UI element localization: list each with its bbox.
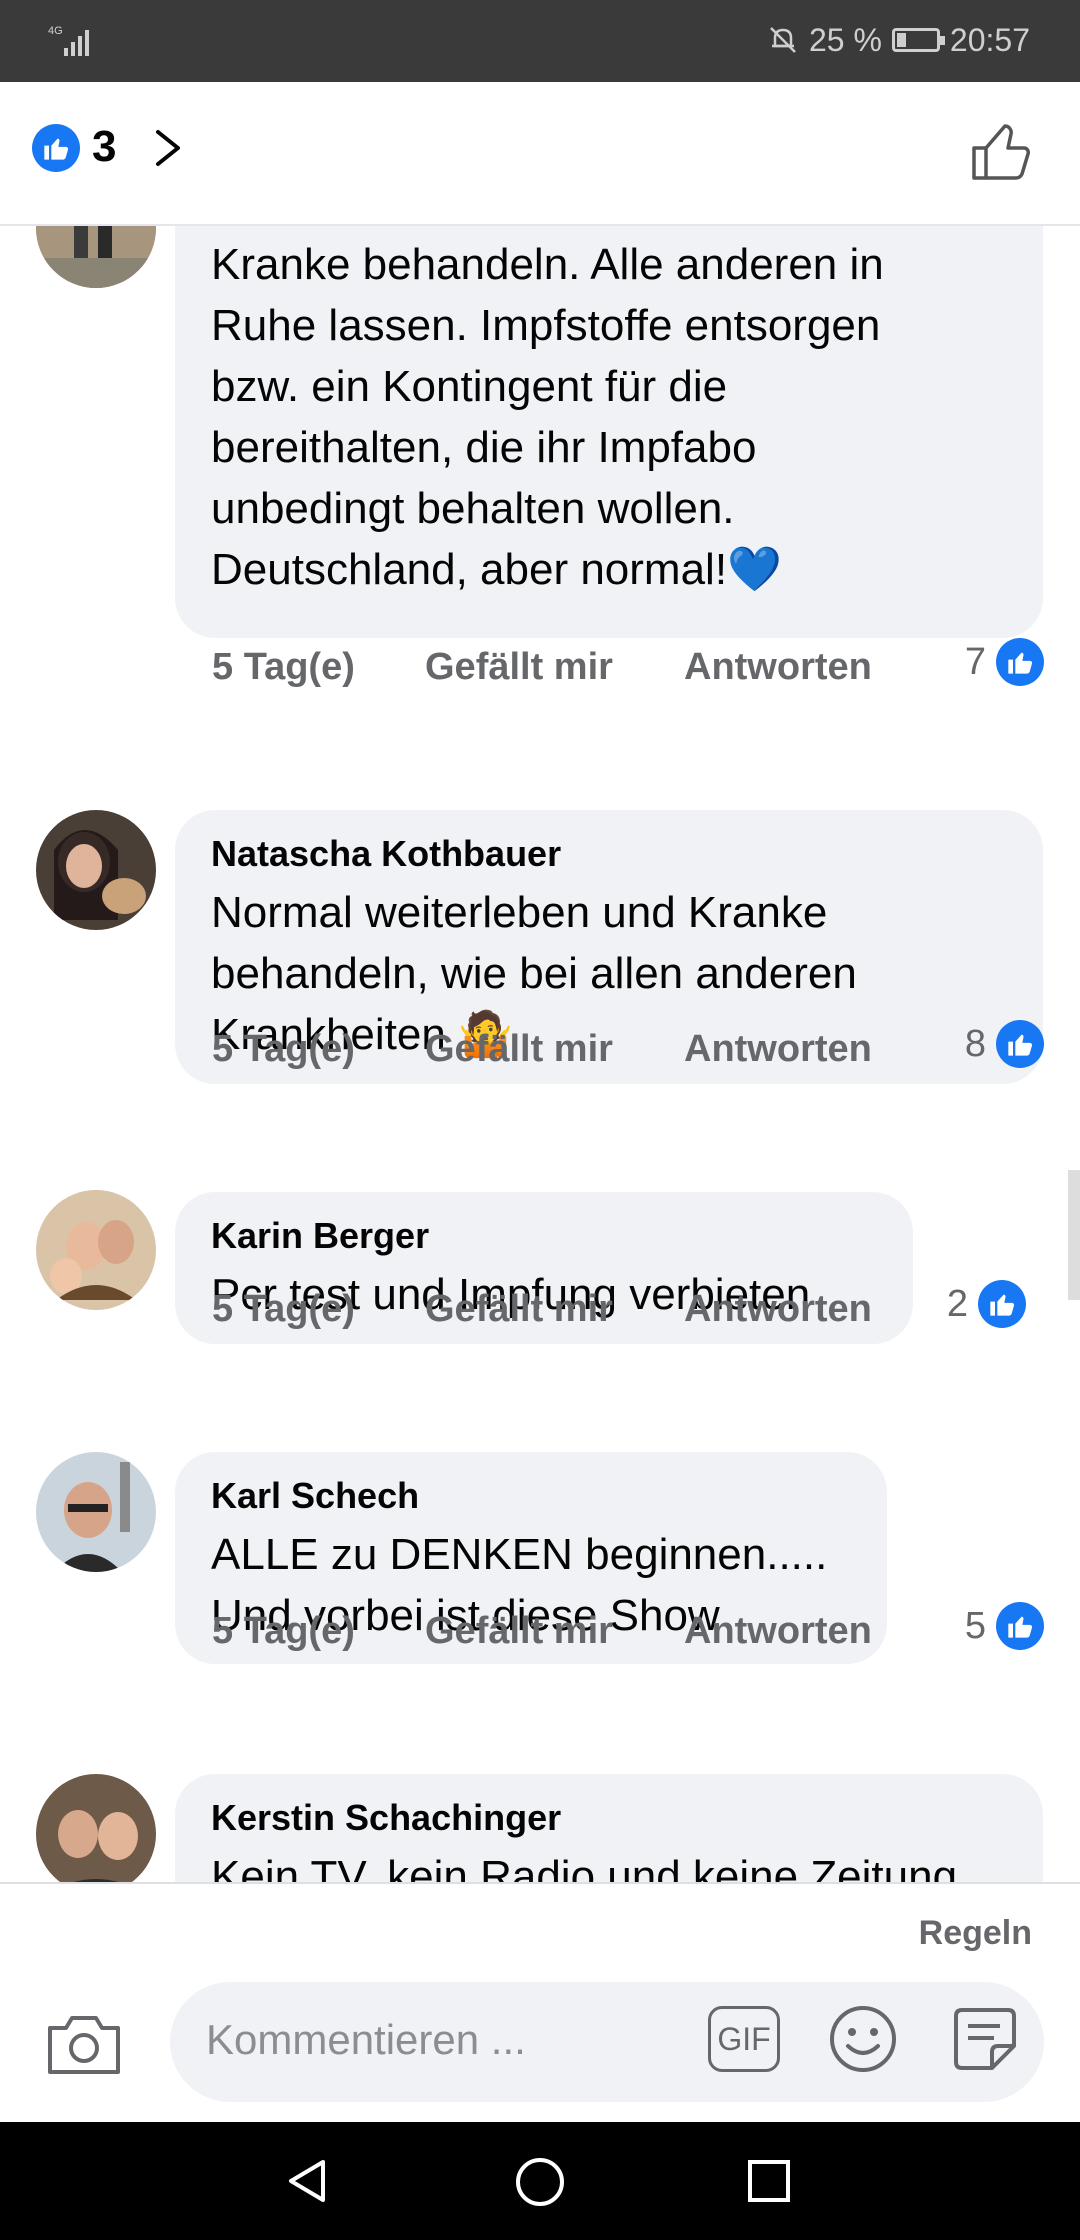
reply-link[interactable]: Antworten — [684, 1028, 872, 1071]
reaction-count: 8 — [964, 1022, 986, 1065]
comment-author[interactable]: Natascha Kothbauer — [211, 832, 1007, 876]
comment-time: 5 Tag(e) — [212, 1288, 355, 1330]
back-triangle-icon[interactable] — [283, 2156, 333, 2206]
network-type: 4G — [48, 25, 63, 37]
camera-icon[interactable] — [46, 2012, 122, 2076]
home-circle-icon[interactable] — [514, 2156, 566, 2208]
recent-square-icon[interactable] — [746, 2158, 792, 2204]
rules-link[interactable]: Regeln — [919, 1914, 1032, 1953]
reply-link[interactable]: Antworten — [684, 646, 872, 689]
comment-bubble: Kranke behandeln. Alle anderen in Ruhe l… — [175, 226, 1043, 638]
comment-bubble: Kerstin Schachinger Kein TV, kein Radio … — [175, 1774, 1043, 1882]
thumbs-up-outline-icon[interactable] — [968, 118, 1034, 184]
like-link[interactable]: Gefällt mir — [425, 1028, 613, 1071]
like-badge-icon[interactable] — [32, 124, 80, 172]
comment-text: Kranke behandeln. Alle anderen in Ruhe l… — [211, 240, 884, 594]
scrollbar-thumb[interactable] — [1068, 1170, 1080, 1300]
comment-author[interactable]: Karl Schech — [211, 1474, 851, 1518]
comment-reactions[interactable]: 7 — [965, 638, 1044, 686]
like-reaction-icon — [978, 1280, 1026, 1328]
like-link[interactable]: Gefällt mir — [425, 1288, 613, 1331]
status-bar: 4G 25 % 20:57 — [0, 0, 1080, 82]
like-reaction-icon — [996, 1020, 1044, 1068]
comment-reactions[interactable]: 8 — [965, 1020, 1044, 1068]
avatar[interactable] — [36, 1774, 156, 1882]
comment-reactions[interactable]: 2 — [947, 1280, 1026, 1328]
like-link[interactable]: Gefällt mir — [425, 1610, 613, 1653]
system-nav-bar — [0, 2122, 1080, 2240]
battery-level — [896, 33, 907, 47]
battery-icon — [891, 28, 945, 52]
like-link[interactable]: Gefällt mir — [425, 646, 613, 689]
like-reaction-icon — [996, 1602, 1044, 1650]
avatar[interactable] — [36, 1452, 156, 1572]
signal-icon: 4G — [48, 25, 89, 56]
chevron-right-icon[interactable] — [150, 128, 186, 168]
reaction-count: 7 — [964, 640, 986, 683]
avatar[interactable] — [36, 1190, 156, 1310]
comment-input-placeholder: Kommentieren ... — [206, 2016, 526, 2063]
comment-author[interactable]: Karin Berger — [211, 1214, 877, 1258]
reply-link[interactable]: Antworten — [684, 1288, 872, 1331]
comments-sheet: 3 Kranke behandeln. Alle anderen in Ruhe… — [0, 82, 1080, 2122]
comment-time: 5 Tag(e) — [212, 1028, 355, 1070]
comment-input[interactable]: Kommentieren ... GIF — [170, 1982, 1044, 2102]
mute-bell-icon — [770, 27, 796, 53]
like-reaction-icon — [996, 638, 1044, 686]
comment-reactions[interactable]: 5 — [965, 1602, 1044, 1650]
comment-time: 5 Tag(e) — [212, 1610, 355, 1652]
comment-author[interactable]: Kerstin Schachinger — [211, 1796, 1007, 1840]
clock: 20:57 — [949, 21, 1030, 58]
reaction-count[interactable]: 3 — [92, 122, 116, 172]
smiley-icon[interactable] — [828, 2004, 898, 2074]
comment-text: Kein TV, kein Radio und keine Zeitung 😌 — [211, 1852, 958, 1882]
reactions-header: 3 — [0, 82, 1080, 226]
comment-composer: Regeln Kommentieren ... GIF — [0, 1882, 1080, 2122]
reaction-count: 2 — [946, 1282, 968, 1325]
gif-icon[interactable]: GIF — [708, 2006, 780, 2072]
reply-link[interactable]: Antworten — [684, 1610, 872, 1653]
comment-time: 5 Tag(e) — [212, 646, 355, 688]
avatar[interactable] — [36, 226, 156, 288]
sticker-icon[interactable] — [948, 2002, 1022, 2076]
reaction-count: 5 — [964, 1604, 986, 1647]
avatar[interactable] — [36, 810, 156, 930]
battery-percent: 25 % — [808, 21, 882, 58]
comment-feed[interactable]: Kranke behandeln. Alle anderen in Ruhe l… — [0, 226, 1080, 1882]
